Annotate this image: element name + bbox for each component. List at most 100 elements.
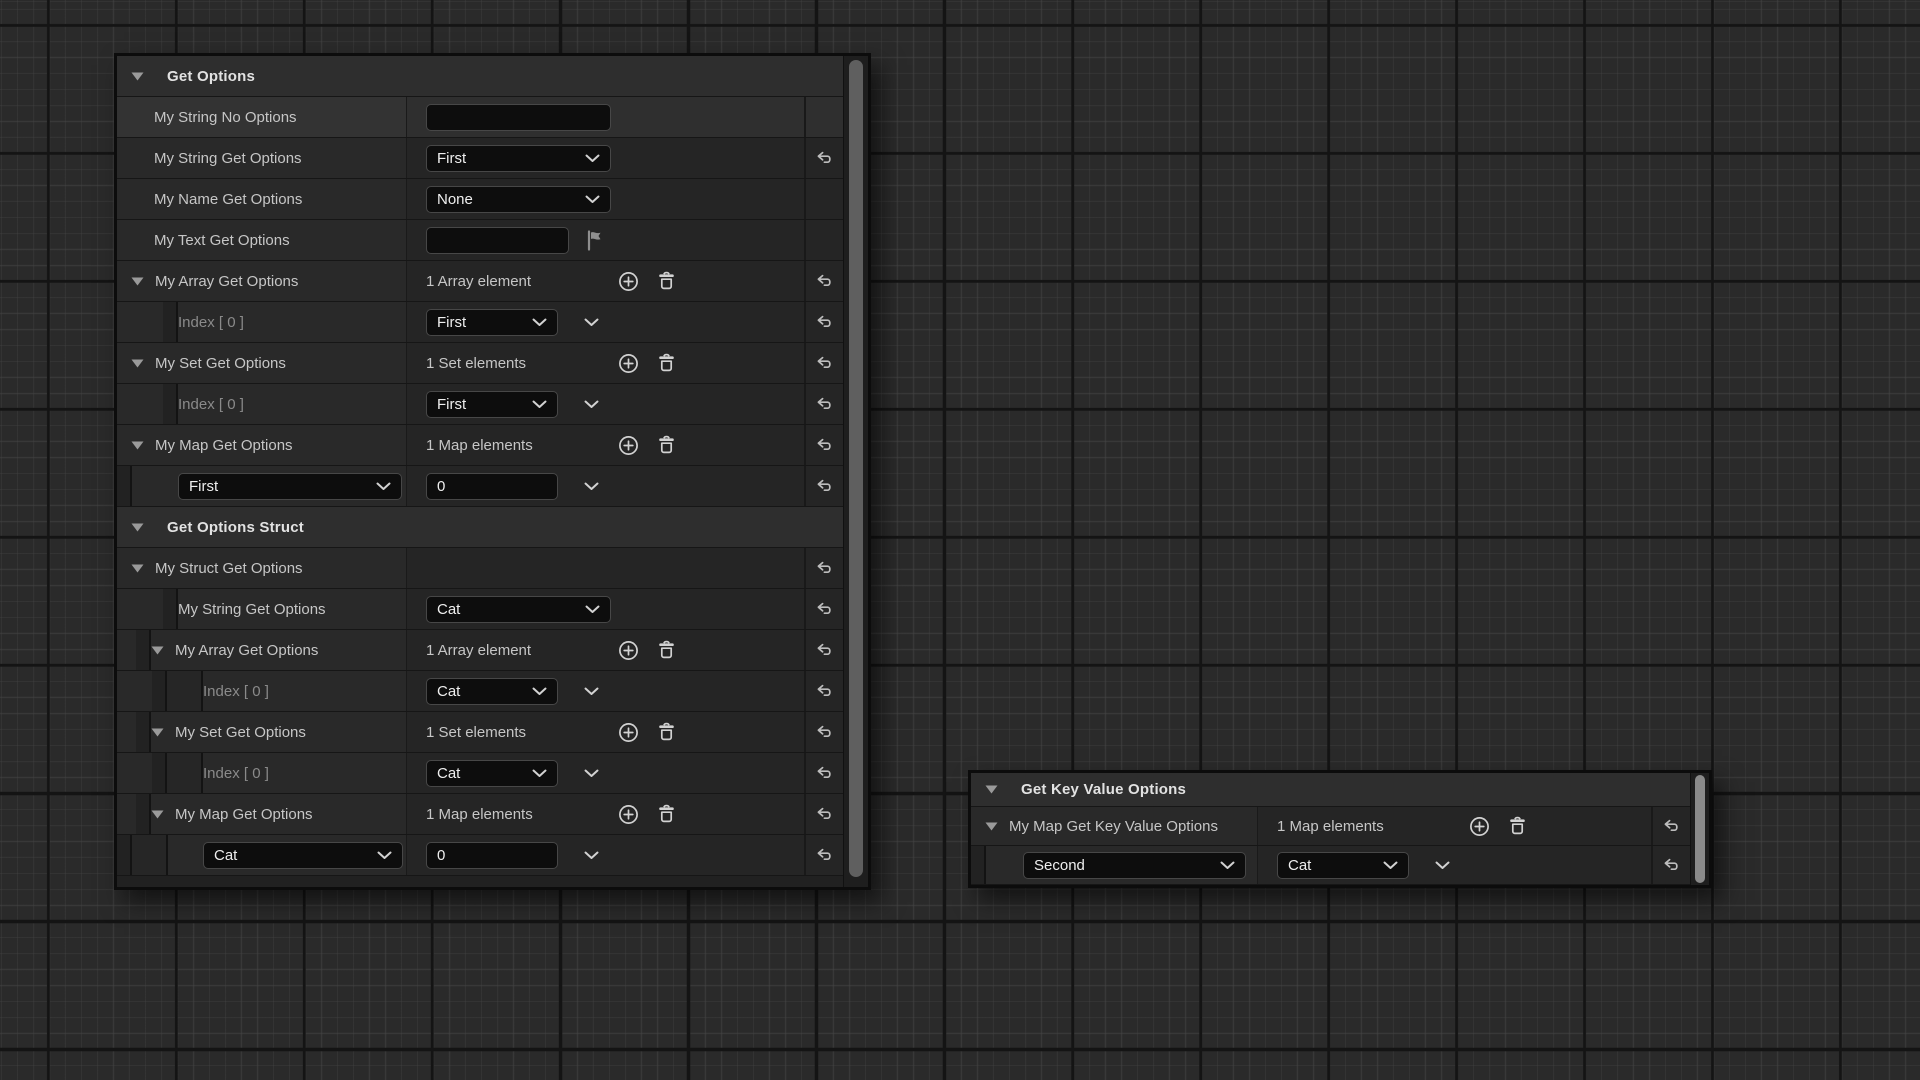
trash-icon[interactable]	[655, 351, 678, 375]
plus-circle-icon[interactable]	[616, 433, 641, 458]
elements-count: 1 Map elements	[1277, 818, 1467, 835]
map-value-input[interactable]: 0	[426, 842, 558, 869]
undo-arrow-icon[interactable]	[1661, 816, 1682, 836]
triangle-down-icon[interactable]	[151, 810, 164, 819]
blueprint-graph-background[interactable]: Get OptionsMy String No OptionsMy String…	[0, 0, 1920, 1080]
property-value-cell	[407, 548, 804, 588]
plus-circle-icon[interactable]	[616, 802, 641, 827]
triangle-down-icon[interactable]	[131, 72, 144, 81]
triangle-down-icon[interactable]	[985, 822, 998, 831]
undo-arrow-icon[interactable]	[814, 681, 835, 701]
property-row: My Array Get Options1 Array element	[117, 630, 843, 671]
dropdown-select[interactable]: None	[426, 186, 611, 213]
dropdown-select[interactable]: Cat	[1277, 852, 1409, 879]
plus-circle-icon[interactable]	[616, 720, 641, 745]
property-row: My Text Get Options	[117, 220, 843, 261]
triangle-down-icon[interactable]	[131, 564, 144, 573]
property-label: Index [ 0 ]	[178, 396, 244, 413]
dropdown-select[interactable]: First	[426, 145, 611, 172]
plus-circle-icon[interactable]	[616, 269, 641, 294]
property-label: My String Get Options	[178, 601, 326, 618]
property-label: Index [ 0 ]	[203, 765, 269, 782]
dropdown-select[interactable]: Cat	[426, 596, 611, 623]
trash-icon[interactable]	[655, 269, 678, 293]
property-name-cell: Index [ 0 ]	[117, 302, 407, 342]
reset-to-default-cell	[804, 671, 843, 711]
map-key-dropdown[interactable]: Cat	[203, 842, 403, 869]
property-name-cell: My Map Get Options	[117, 425, 407, 465]
property-name-cell: First	[117, 466, 407, 506]
triangle-down-icon[interactable]	[151, 646, 164, 655]
undo-arrow-icon[interactable]	[814, 640, 835, 660]
property-value-cell: First	[407, 384, 804, 424]
undo-arrow-icon[interactable]	[814, 394, 835, 414]
scrollbar-thumb[interactable]	[849, 60, 863, 877]
trash-icon[interactable]	[1506, 814, 1529, 838]
undo-arrow-icon[interactable]	[814, 763, 835, 783]
property-name-cell: My Name Get Options	[117, 179, 407, 219]
reset-to-default-cell	[804, 794, 843, 834]
dropdown-select[interactable]: First	[426, 309, 558, 336]
map-value-input[interactable]: 0	[426, 473, 558, 500]
element-options-chevron-icon[interactable]	[584, 482, 599, 491]
property-value-cell: 1 Map elements	[407, 425, 804, 465]
element-options-chevron-icon[interactable]	[584, 318, 599, 327]
undo-arrow-icon[interactable]	[814, 804, 835, 824]
triangle-down-icon[interactable]	[131, 523, 144, 532]
property-value-cell: Cat	[407, 589, 804, 629]
category-header-row[interactable]: Get Options	[117, 56, 843, 97]
trash-icon[interactable]	[655, 802, 678, 826]
string-input[interactable]	[426, 104, 611, 131]
flag-icon	[585, 229, 604, 252]
element-options-chevron-icon[interactable]	[1435, 861, 1450, 870]
scrollbar-track[interactable]	[843, 56, 868, 887]
triangle-down-icon[interactable]	[131, 441, 144, 450]
undo-arrow-icon[interactable]	[814, 476, 835, 496]
property-value-cell: 1 Map elements	[1258, 807, 1651, 845]
category-header-row[interactable]: Get Options Struct	[117, 507, 843, 548]
map-key-dropdown[interactable]: First	[178, 473, 402, 500]
undo-arrow-icon[interactable]	[814, 353, 835, 373]
triangle-down-icon[interactable]	[151, 728, 164, 737]
element-options-chevron-icon[interactable]	[584, 769, 599, 778]
element-options-chevron-icon[interactable]	[584, 400, 599, 409]
category-header-row[interactable]: Get Key Value Options	[971, 773, 1690, 807]
undo-arrow-icon[interactable]	[814, 271, 835, 291]
undo-arrow-icon[interactable]	[814, 435, 835, 455]
plus-circle-icon[interactable]	[616, 638, 641, 663]
property-value-cell: 1 Map elements	[407, 794, 804, 834]
dropdown-select[interactable]: First	[426, 391, 558, 418]
trash-icon[interactable]	[655, 638, 678, 662]
element-options-chevron-icon[interactable]	[584, 687, 599, 696]
trash-icon[interactable]	[655, 720, 678, 744]
triangle-down-icon[interactable]	[985, 785, 998, 794]
elements-count: 1 Set elements	[426, 355, 616, 372]
undo-arrow-icon[interactable]	[814, 722, 835, 742]
undo-arrow-icon[interactable]	[814, 558, 835, 578]
dropdown-value: Cat	[437, 765, 460, 782]
undo-arrow-icon[interactable]	[1661, 855, 1682, 875]
property-value-cell	[407, 97, 804, 137]
reset-to-default-cell	[804, 589, 843, 629]
text-input[interactable]	[426, 227, 569, 254]
property-row: Second Cat	[971, 846, 1690, 885]
map-key-dropdown[interactable]: Second	[1023, 852, 1246, 879]
plus-circle-icon[interactable]	[616, 351, 641, 376]
scrollbar-track[interactable]	[1690, 773, 1709, 885]
triangle-down-icon[interactable]	[131, 277, 144, 286]
plus-circle-icon[interactable]	[1467, 814, 1492, 839]
undo-arrow-icon[interactable]	[814, 845, 835, 865]
reset-to-default-cell	[804, 97, 843, 137]
dropdown-select[interactable]: Cat	[426, 760, 558, 787]
triangle-down-icon[interactable]	[131, 359, 144, 368]
element-options-chevron-icon[interactable]	[584, 851, 599, 860]
property-name-cell: My Set Get Options	[117, 343, 407, 383]
trash-icon[interactable]	[655, 433, 678, 457]
property-row: My Array Get Options1 Array element	[117, 261, 843, 302]
undo-arrow-icon[interactable]	[814, 312, 835, 332]
undo-arrow-icon[interactable]	[814, 599, 835, 619]
scrollbar-thumb[interactable]	[1695, 775, 1705, 883]
dropdown-value: First	[437, 396, 466, 413]
undo-arrow-icon[interactable]	[814, 148, 835, 168]
dropdown-select[interactable]: Cat	[426, 678, 558, 705]
